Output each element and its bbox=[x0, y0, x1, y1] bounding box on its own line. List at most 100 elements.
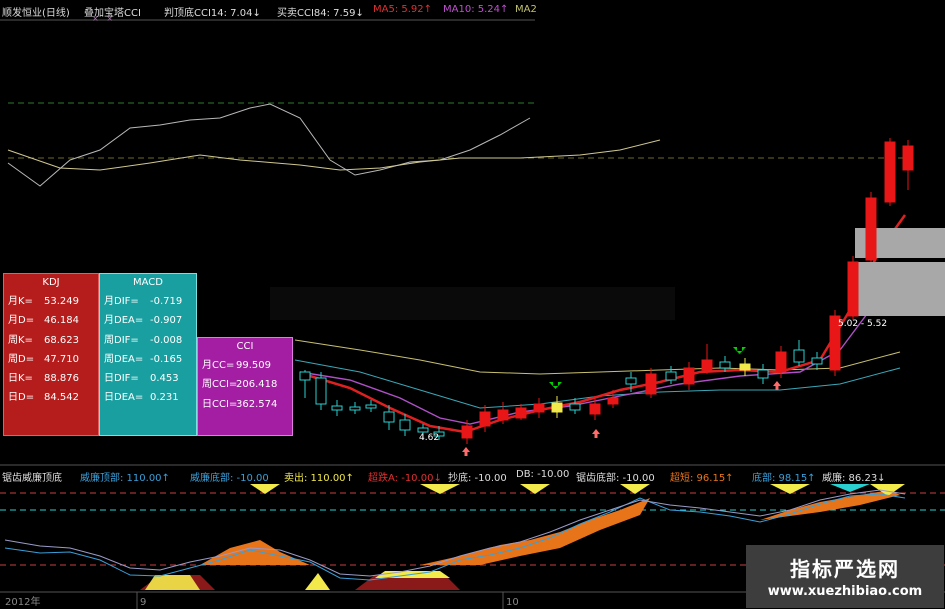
macd-row: 周DIF= -0.008 bbox=[100, 331, 196, 350]
cci-panel: CCI 月CC= 99.509 周CCI=206.418 日CCI=362.574 bbox=[197, 337, 293, 436]
candle-body bbox=[902, 145, 914, 171]
green-down-arrow bbox=[549, 382, 562, 389]
kdj-row-value: 46.184 bbox=[44, 315, 79, 327]
candle-body bbox=[775, 351, 787, 373]
candle-body bbox=[665, 371, 677, 381]
kdj-title: KDJ bbox=[42, 277, 60, 288]
kdj-row-key: 日D= bbox=[8, 392, 35, 404]
macd-row-value: 0.231 bbox=[150, 392, 179, 404]
ma5-label: MA5: 5.92↑ bbox=[373, 4, 433, 15]
macd-row-key: 月DIF= bbox=[104, 296, 139, 307]
redacted-block-top bbox=[535, 0, 945, 138]
price-label-high: 5.02 - 5.52 bbox=[838, 319, 887, 329]
kdj-row-value: 53.249 bbox=[44, 296, 79, 307]
kdj-row-key: 日K= bbox=[8, 373, 33, 385]
candle-body bbox=[884, 141, 896, 203]
macd-rows: 月DIF= -0.719 月DEA= -0.907 周DIF= -0.008 周DEA= -0… bbox=[100, 292, 196, 408]
cci-row-value: 99.509 bbox=[236, 360, 271, 371]
cci-line-grey bbox=[7, 103, 531, 187]
sub-label-i: 底部: 98.15↑ bbox=[752, 473, 816, 484]
kdj-row-value: 47.710 bbox=[44, 353, 79, 365]
sub-label-b: 威廉底部: -10.00 bbox=[190, 473, 269, 484]
candle-body bbox=[533, 403, 545, 413]
macd-row-key: 月DEA= bbox=[104, 315, 144, 327]
kdj-row: 月K= 53.249 bbox=[4, 292, 98, 311]
ma10-label: MA10: 5.24↑ bbox=[443, 4, 509, 15]
kdj-row-value: 84.542 bbox=[44, 392, 79, 404]
kdj-row: 周D= 47.710 bbox=[4, 350, 98, 369]
macd-row-value: -0.719 bbox=[150, 296, 183, 307]
cci-row: 月CC= 99.509 bbox=[198, 356, 292, 375]
cci-line-khaki bbox=[7, 139, 661, 171]
candle-body bbox=[625, 377, 637, 385]
cci-rows: 月CC= 99.509 周CCI=206.418 日CCI=362.574 bbox=[198, 356, 292, 414]
candle-body bbox=[701, 359, 713, 371]
watermark-title: 指标严选网 bbox=[790, 557, 900, 581]
cyan-top-6 bbox=[830, 484, 870, 492]
cci-row-key: 周CCI= bbox=[202, 379, 238, 391]
candle-body bbox=[515, 407, 527, 419]
redacted-block-mid bbox=[270, 287, 675, 320]
sub-label-d: 超跌A: -10.00↓ bbox=[368, 473, 442, 484]
cci-title: CCI bbox=[236, 341, 254, 352]
candle-body bbox=[479, 411, 491, 427]
watermark-url: www.xuezhibiao.com bbox=[767, 584, 923, 599]
candle-body bbox=[315, 377, 327, 405]
sub-title: 锯齿威廉顶底 bbox=[2, 473, 62, 484]
kdj-rows: 月K= 53.249 月D= 46.184 周K= 68.623 周D= 47.710 日K= 8… bbox=[4, 292, 98, 408]
candle-body bbox=[589, 403, 601, 415]
candle-body bbox=[551, 402, 563, 413]
pink-up-arrow bbox=[462, 447, 470, 456]
cci-row: 日CCI=362.574 bbox=[198, 395, 292, 414]
kdj-row-value: 68.623 bbox=[44, 334, 79, 346]
kdj-row: 日D= 84.542 bbox=[4, 388, 98, 407]
macd-row-key: 日DIF= bbox=[104, 373, 139, 385]
candle-body bbox=[719, 361, 731, 369]
macd-row-key: 日DEA= bbox=[104, 392, 144, 404]
macd-row: 月DIF= -0.719 bbox=[100, 292, 196, 311]
sub-label-c: 卖出: 110.00↑ bbox=[284, 473, 354, 484]
sub-label-a: 威廉顶部: 110.00↑ bbox=[80, 473, 170, 484]
pink-up-arrow-3 bbox=[773, 381, 781, 390]
candle-body bbox=[645, 373, 657, 395]
candle-body bbox=[461, 425, 473, 439]
macd-row: 日DIF= 0.453 bbox=[100, 369, 196, 388]
kdj-panel: KDJ 月K= 53.249 月D= 46.184 周K= 68.623 周D= 47.710… bbox=[3, 273, 99, 436]
signal-arrows bbox=[462, 347, 781, 456]
candle-body bbox=[299, 371, 311, 381]
overlay-markers: × × bbox=[92, 14, 114, 23]
timeline-month-10: 10 bbox=[506, 597, 519, 608]
candle-body bbox=[399, 419, 411, 431]
candle-body bbox=[383, 411, 395, 423]
pink-up-arrow-2 bbox=[592, 429, 600, 438]
sub-label-e: 抄底: -10.00 bbox=[448, 473, 507, 484]
macd-panel: MACD 月DIF= -0.719 月DEA= -0.907 周DIF= -0.008 周D… bbox=[99, 273, 197, 436]
candle-body bbox=[757, 369, 769, 379]
kdj-row-key: 月K= bbox=[8, 296, 33, 307]
watermark-box: 指标严选网 www.xuezhibiao.com bbox=[746, 545, 944, 608]
kdj-row-key: 周D= bbox=[8, 353, 35, 365]
stock-title: 顺发恒业(日线) bbox=[2, 8, 70, 19]
candle-body bbox=[865, 197, 877, 261]
indicator-cci84: 买卖CCI84: 7.59↓ bbox=[277, 8, 364, 19]
candle-body bbox=[811, 357, 823, 365]
kdj-row: 周K= 68.623 bbox=[4, 331, 98, 350]
cci-row: 周CCI=206.418 bbox=[198, 375, 292, 394]
sub-label-f: DB: -10.00 bbox=[516, 469, 570, 480]
macd-row-value: -0.907 bbox=[150, 315, 183, 327]
kdj-row-key: 周K= bbox=[8, 334, 33, 346]
kdj-row-key: 月D= bbox=[8, 315, 35, 327]
candle-body bbox=[739, 363, 751, 371]
timeline-year: 2012年 bbox=[5, 595, 40, 608]
timeline-month-9: 9 bbox=[140, 597, 146, 608]
macd-row-key: 周DIF= bbox=[104, 334, 139, 346]
candle-body bbox=[793, 349, 805, 363]
sub-label-h: 超短: 96.15↑ bbox=[670, 473, 734, 484]
cci-row-value: 362.574 bbox=[236, 398, 278, 410]
macd-row-value: -0.165 bbox=[150, 353, 183, 365]
macd-row-value: -0.008 bbox=[150, 334, 183, 346]
sub-label-g: 锯齿底部: -10.00 bbox=[576, 473, 655, 484]
candle-body bbox=[847, 261, 859, 317]
candle-body bbox=[569, 403, 581, 411]
kdj-row: 月D= 46.184 bbox=[4, 311, 98, 330]
